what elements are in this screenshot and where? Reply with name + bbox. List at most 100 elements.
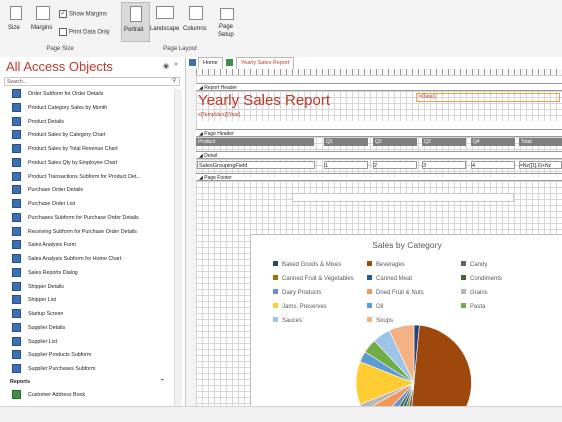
page-setup-icon[interactable] — [220, 8, 234, 20]
legend-swatch — [273, 317, 278, 322]
nav-item-label: Supplier Details — [28, 324, 66, 331]
column-header-q4[interactable]: Q4 — [471, 138, 515, 146]
nav-item[interactable]: Shipper List — [12, 294, 56, 307]
nav-item[interactable]: Product Details — [12, 116, 64, 129]
year-textbox[interactable]: =[TempVars]![Year] — [198, 112, 240, 118]
landscape-button[interactable]: Landscape — [150, 26, 179, 32]
form-icon — [12, 336, 21, 346]
column-header-product[interactable]: Product — [196, 138, 314, 146]
nav-item[interactable]: Customer Address Book — [12, 389, 85, 402]
margins-icon[interactable] — [36, 6, 50, 20]
nav-item[interactable]: Supplier List — [12, 336, 57, 349]
ribbon: Size Margins ✓ Show Margins Print Data On… — [0, 0, 562, 58]
nav-item-label: Product Details — [28, 118, 64, 125]
portrait-button[interactable]: Portrait — [121, 2, 150, 42]
legend-swatch — [367, 317, 372, 322]
nav-item[interactable]: Purchase Order List — [12, 198, 75, 211]
report-header-bar[interactable]: ◢ Report Header — [196, 83, 562, 91]
nav-item[interactable]: Shipper Details — [12, 281, 64, 294]
print-data-only-checkbox[interactable]: Print Data Only — [59, 28, 110, 36]
nav-search-input[interactable]: Search... — [4, 77, 180, 86]
form-icon — [12, 240, 21, 250]
nav-item-label: Purchases Subform for Purchase Order Det… — [28, 214, 139, 221]
nav-item[interactable]: Purchases Subform for Purchase Order Det… — [12, 212, 139, 225]
report-header-section[interactable]: Yearly Sales Report =[TempVars]![Year] =… — [196, 91, 562, 121]
q3-textbox[interactable]: 3 — [422, 161, 466, 169]
page-header-section[interactable]: Product Q1 Q2 Q3 Q4 Total — [196, 137, 562, 151]
legend-entry: Dairy Products — [282, 290, 321, 296]
portrait-icon — [130, 6, 142, 22]
report-title-label[interactable]: Yearly Sales Report — [198, 92, 330, 109]
form-icon — [12, 157, 21, 167]
detail-section[interactable]: SalesGroupingField 1 2 3 4 =Nz([1],0)+Nz — [196, 159, 562, 173]
nav-item[interactable]: Sales Analysis Form — [12, 239, 76, 252]
nav-item[interactable]: Product Sales by Total Revenue Chart — [12, 143, 118, 156]
nav-item[interactable]: Sales Analysis Subform for Home Chart — [12, 253, 121, 266]
nav-menu-icon[interactable]: ◉ — [163, 62, 169, 70]
show-margins-checkbox[interactable]: ✓ Show Margins — [59, 10, 107, 18]
nav-item[interactable]: Supplier Purchases Subform — [12, 363, 95, 376]
size-icon[interactable] — [10, 6, 22, 20]
page-footer-bar[interactable]: ◢ Page Footer — [196, 173, 562, 181]
search-icon[interactable]: ⚲ — [172, 77, 176, 84]
checkbox-unchecked-icon — [59, 28, 67, 36]
form-icon — [189, 59, 196, 66]
nav-group-header-reports[interactable]: Reports ⌃ — [10, 376, 164, 389]
form-icon — [12, 89, 21, 99]
legend-entry: Beverages — [376, 262, 405, 268]
date-textbox[interactable]: =Date() — [416, 93, 560, 102]
legend-swatch — [367, 303, 372, 308]
nav-item[interactable]: Product Sales Qty by Employee Chart — [12, 157, 117, 170]
nav-item[interactable]: Sales Reports Dialog — [12, 267, 78, 280]
nav-item[interactable]: Product Transactions Subform for Product… — [12, 171, 141, 184]
tab-home[interactable]: Home — [198, 57, 223, 69]
column-header-q1[interactable]: Q1 — [324, 138, 368, 146]
legend-entry: Canned Meat — [376, 276, 412, 282]
nav-item[interactable]: Receiving Subform for Purchase Order Det… — [12, 226, 137, 239]
form-icon — [12, 267, 21, 277]
nav-item-label: Sales Analysis Subform for Home Chart — [28, 256, 122, 262]
q1-textbox[interactable]: 1 — [324, 161, 368, 169]
form-icon — [12, 295, 21, 305]
page-setup-button-line2[interactable]: Setup — [218, 32, 234, 38]
margins-button[interactable]: Margins — [31, 25, 52, 31]
nav-item[interactable]: Supplier Products Subform — [12, 349, 91, 362]
column-header-total[interactable]: Total — [519, 138, 562, 146]
nav-item[interactable]: Product Sales by Category Chart — [12, 129, 105, 142]
column-header-q3[interactable]: Q3 — [422, 138, 466, 146]
nav-item[interactable]: Startup Screen — [12, 308, 63, 321]
nav-item[interactable]: Order Subform for Order Details — [12, 88, 103, 101]
nav-pane-title[interactable]: All Access Objects — [6, 59, 113, 74]
legend-entry: Jams, Preserves — [282, 304, 327, 310]
nav-item-label: Sales Analysis Form — [28, 242, 76, 249]
legend-swatch — [461, 303, 466, 308]
column-header-q2[interactable]: Q2 — [373, 138, 417, 146]
q2-textbox[interactable]: 2 — [373, 161, 417, 169]
nav-scrollbar[interactable] — [174, 89, 182, 421]
form-icon — [12, 212, 21, 222]
sales-by-category-chart[interactable]: Sales by Category Baked Goods & Mixes Beve… — [250, 234, 562, 406]
nav-item[interactable]: Product Category Sales by Month — [12, 102, 107, 115]
nav-group-label: Reports — [10, 378, 31, 385]
size-button[interactable]: Size — [8, 25, 20, 31]
nav-item-label: Shipper Details — [28, 283, 64, 290]
landscape-icon[interactable] — [156, 6, 174, 19]
nav-item[interactable]: Supplier Details — [12, 322, 65, 335]
sales-grouping-textbox[interactable]: SalesGroupingField — [197, 161, 315, 169]
page-header-bar[interactable]: ◢ Page Header — [196, 129, 562, 137]
columns-icon[interactable] — [189, 6, 203, 20]
columns-button[interactable]: Columns — [183, 26, 207, 32]
legend-entry: Grains — [470, 290, 488, 296]
nav-item-label: Product Sales Qty by Employee Chart — [28, 159, 118, 166]
tab-yearly-sales-report[interactable]: Yearly Sales Report — [236, 57, 295, 69]
detail-bar[interactable]: ◢ Detail — [196, 151, 562, 159]
navigation-pane: All Access Objects ◉ « Search... ⚲ Order… — [0, 57, 186, 421]
page-number-textbox[interactable] — [292, 193, 514, 202]
total-textbox[interactable]: =Nz([1],0)+Nz — [519, 161, 562, 169]
nav-item[interactable]: Purchase Order Details — [12, 184, 83, 197]
nav-item-label: Supplier Purchases Subform — [28, 366, 96, 372]
page-layout-group-label: Page Layout — [163, 46, 197, 52]
page-setup-button-line1[interactable]: Page — [219, 24, 233, 30]
q4-textbox[interactable]: 4 — [471, 161, 515, 169]
collapse-icon[interactable]: « — [174, 61, 178, 68]
